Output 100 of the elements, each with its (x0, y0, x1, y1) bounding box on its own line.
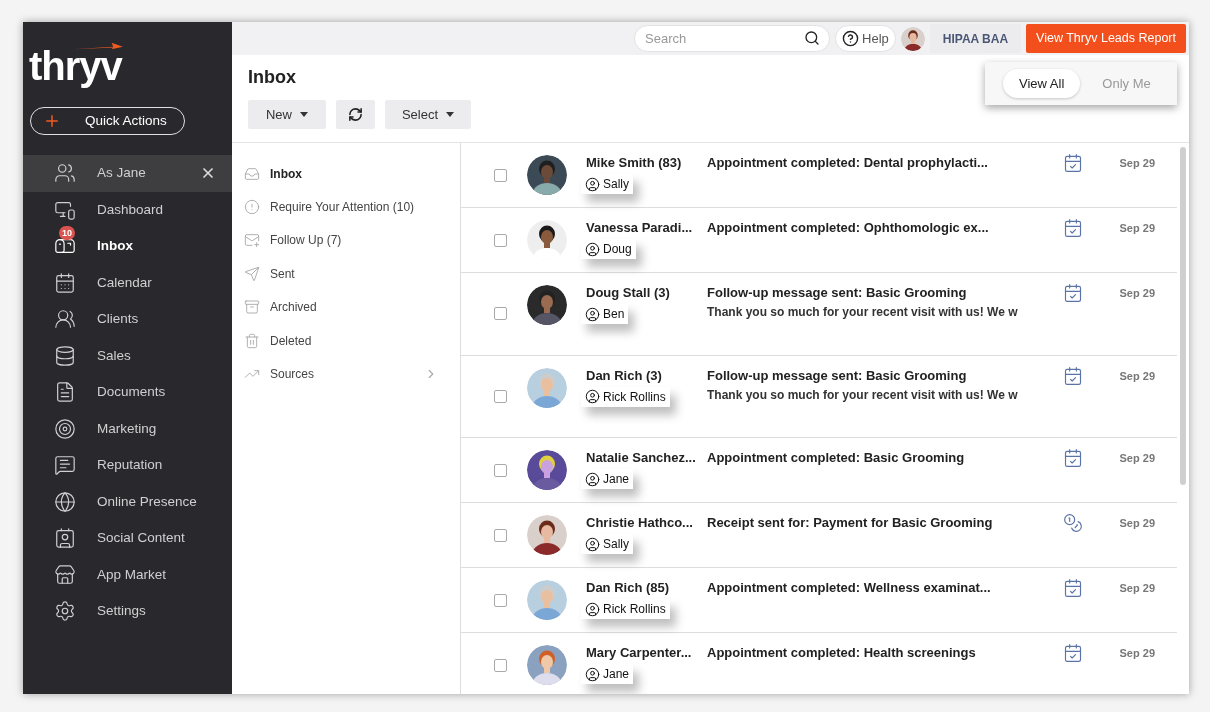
checkbox[interactable] (494, 307, 507, 321)
dropdown-button[interactable]: New (248, 100, 326, 129)
sidebar-label: Dashboard (97, 200, 165, 219)
folder-label: Sources (270, 366, 316, 384)
checkbox[interactable] (494, 528, 507, 542)
folder-label: Sent (270, 265, 296, 283)
folder-item[interactable]: Require Your Attention (10) (232, 190, 460, 224)
sidebar-item[interactable]: 10 Inbox (23, 228, 232, 265)
sidebar-item[interactable]: Calendar (23, 264, 232, 301)
calendar-check-icon (1063, 578, 1083, 598)
message-row[interactable]: Vanessa Paradi... Doug Appointment completed: Ophthomologic ex... Sep 29 (461, 208, 1177, 273)
scrollbar[interactable] (1180, 147, 1186, 485)
sidebar-item[interactable]: Online Presence (23, 483, 232, 520)
sidebar-label: Settings (97, 602, 147, 621)
dropdown-button[interactable]: Select (385, 100, 471, 129)
calendar-icon (54, 271, 76, 294)
checkbox[interactable] (494, 389, 507, 403)
calendar-check-icon (1063, 643, 1083, 663)
assignee-tag: Doug (581, 239, 636, 259)
store-icon (54, 563, 76, 586)
sidebar-label: Documents (97, 383, 167, 402)
message-row[interactable]: Christie Hathco... Sally Receipt sent for: Payment for Basic Grooming Sep 29 (461, 503, 1177, 568)
contact-name: Mike Smith (83) (586, 155, 683, 171)
hipaa-button[interactable]: HIPAA BAA (929, 24, 1022, 53)
folder-item[interactable]: Archived (232, 290, 460, 324)
calendar-check-icon (1063, 365, 1083, 386)
message-row[interactable]: Dan Rich (3) Rick Rollins Follow-up message sent: Basic Grooming Thank you so much for your recent visit with us! We w Sep 29 (461, 355, 1177, 438)
users-icon (54, 162, 76, 185)
assignee-tag: Rick Rollins (581, 386, 670, 407)
message-row[interactable]: Doug Stall (3) Ben Follow-up message sent: Basic Grooming Thank you so much for your recent visit with us! We w Sep 29 (461, 273, 1177, 356)
checkbox[interactable] (494, 463, 507, 477)
sidebar-item[interactable]: App Market (23, 556, 232, 593)
user-icon (585, 389, 600, 404)
message-subject: Receipt sent for: Payment for Basic Grooming (707, 515, 994, 531)
folder-label: Follow Up (7) (270, 232, 343, 250)
message-row[interactable]: Mary Carpenter... Jane Appointment completed: Health screenings Sep 29 (461, 633, 1177, 694)
message-date: Sep 29 (1119, 286, 1155, 301)
folder-item[interactable]: Follow Up (7) (232, 223, 460, 258)
message-subject: Appointment completed: Ophthomologic ex... (707, 220, 990, 236)
review-icon (54, 454, 76, 477)
calendar-check-icon (1063, 218, 1083, 238)
checkbox[interactable] (494, 593, 507, 607)
message-date: Sep 29 (1119, 516, 1155, 531)
sidebar-label: Clients (97, 310, 140, 329)
refresh-button[interactable] (336, 100, 375, 129)
folder-label: Deleted (270, 332, 313, 350)
message-date: Sep 29 (1119, 368, 1155, 384)
message-preview: Thank you so much for your recent visit with us! We w (707, 304, 1018, 320)
folder-item[interactable]: Inbox (232, 157, 460, 191)
sidebar-item[interactable]: As Jane (23, 155, 232, 192)
sidebar-item[interactable]: Dashboard (23, 191, 232, 228)
user-icon (585, 176, 600, 192)
plus-icon (43, 112, 61, 130)
user-icon (585, 536, 600, 552)
sidebar-item[interactable]: Social Content (23, 520, 232, 557)
social-icon (54, 527, 76, 550)
help-icon (842, 30, 859, 47)
sidebar-label: Online Presence (97, 492, 198, 511)
help-button[interactable]: Help (835, 25, 896, 52)
search-field[interactable]: Search (634, 25, 830, 52)
sidebar-item[interactable]: Reputation (23, 447, 232, 484)
message-subject: Appointment completed: Health screenings (707, 645, 977, 661)
sidebar-label: Marketing (97, 419, 158, 438)
document-icon (54, 381, 76, 404)
sidebar-item[interactable]: Documents (23, 374, 232, 411)
checkbox[interactable] (494, 233, 507, 247)
folder-item[interactable]: Deleted (232, 323, 460, 358)
globe-icon (54, 490, 76, 513)
settings-icon (54, 600, 76, 623)
message-subject: Appointment completed: Dental prophylacti... (707, 155, 989, 171)
message-row[interactable]: Natalie Sanchez... Jane Appointment completed: Basic Grooming Sep 29 (461, 438, 1177, 503)
assignee-tag: Ben (581, 304, 629, 324)
count-badge: 10 (59, 226, 75, 241)
sidebar-item[interactable]: Marketing (23, 410, 232, 447)
contact-name: Dan Rich (85) (586, 580, 671, 596)
folder-item[interactable]: Sent (232, 257, 460, 291)
user-icon (585, 241, 600, 257)
message-date: Sep 29 (1119, 156, 1155, 171)
folder-item[interactable]: Sources (232, 357, 460, 391)
message-subject: Follow-up message sent: Basic Grooming (707, 285, 968, 301)
checkbox[interactable] (494, 168, 507, 182)
sidebar-label: Sales (97, 346, 132, 365)
checkbox[interactable] (494, 658, 507, 672)
sidebar-label: Social Content (97, 529, 186, 548)
target-icon (54, 417, 76, 440)
sidebar-item[interactable]: Sales (23, 337, 232, 374)
sidebar-item[interactable]: Settings (23, 593, 232, 630)
message-row[interactable]: Mike Smith (83) Sally Appointment completed: Dental prophylacti... Sep 29 (461, 143, 1177, 208)
trash-icon (244, 332, 260, 349)
search-icon[interactable] (804, 30, 820, 46)
leads-report-button[interactable]: View Thryv Leads Report (1026, 24, 1186, 53)
assignee-tag: Sally (581, 174, 633, 194)
calendar-check-icon (1063, 283, 1083, 303)
folder-label: Require Your Attention (10) (270, 199, 416, 217)
coins-icon (1063, 513, 1083, 533)
sidebar-item[interactable]: Clients (23, 301, 232, 338)
contact-name: Doug Stall (3) (586, 285, 671, 301)
user-icon (585, 601, 600, 617)
message-row[interactable]: Dan Rich (85) Rick Rollins Appointment completed: Wellness examinat... Sep 29 (461, 568, 1177, 633)
toggle-option[interactable]: View All (1003, 69, 1081, 98)
